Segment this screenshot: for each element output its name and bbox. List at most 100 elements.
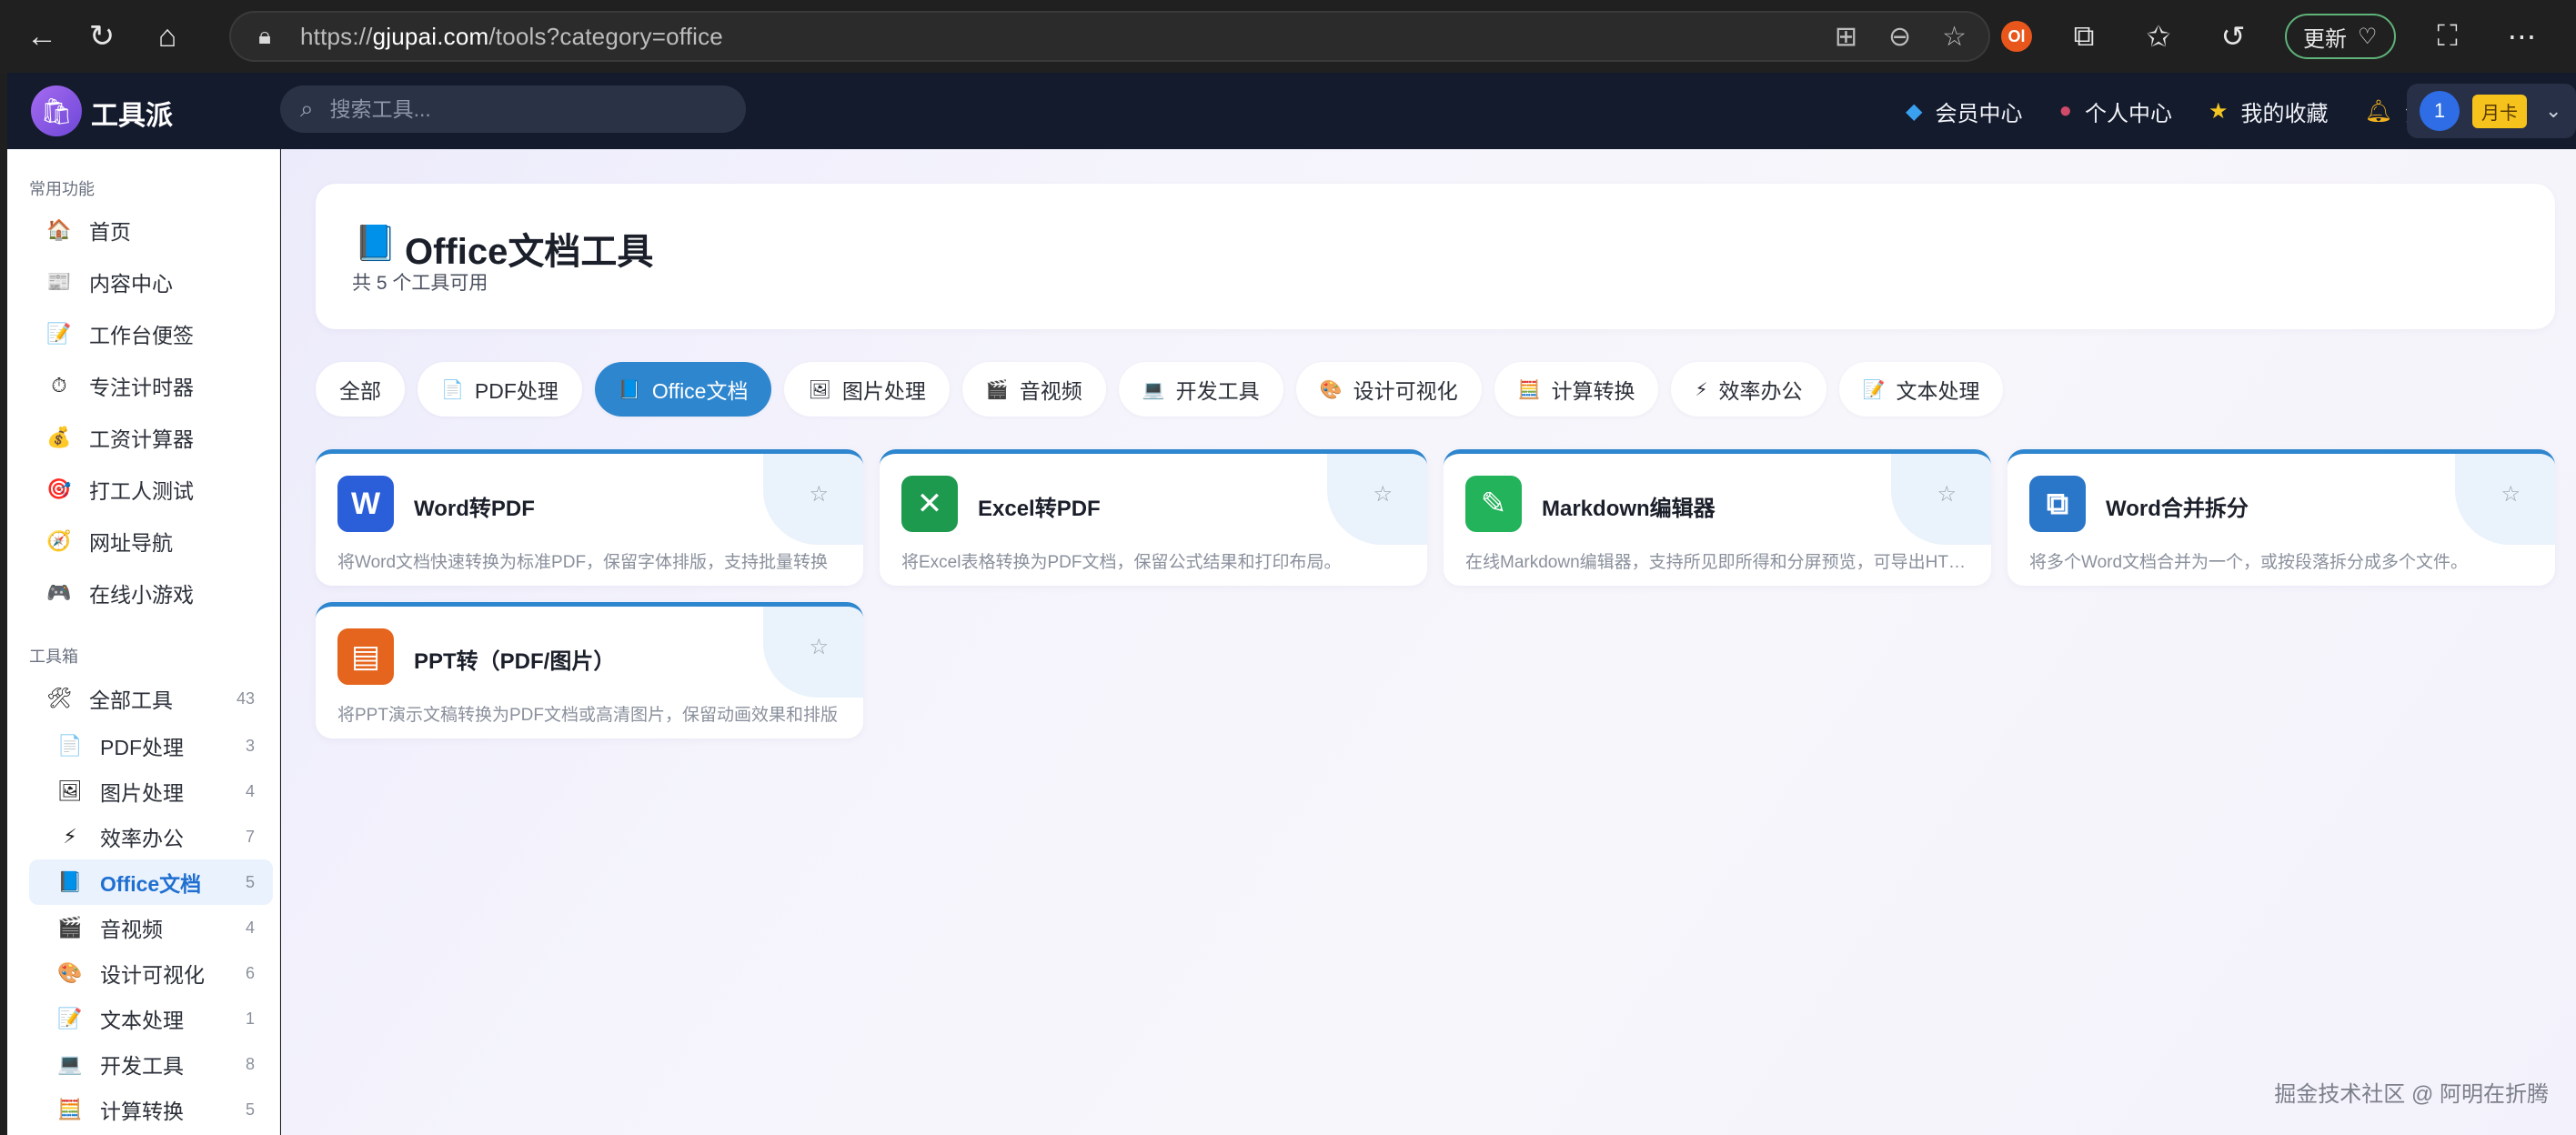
sidebar-item-calc[interactable]: 🧮 计算转换 5: [29, 1087, 273, 1132]
tool-card-markdown-editor[interactable]: ☆ ✎ Markdown编辑器 在线Markdown编辑器，支持所见即所得和分屏…: [1444, 449, 1991, 586]
sidebar-item-office[interactable]: 📘 Office文档 5: [29, 859, 273, 905]
word-icon: W: [337, 476, 394, 532]
sidebar-item-mini-games[interactable]: 🎮 在线小游戏: [29, 570, 273, 616]
sidebar-item-focus-timer[interactable]: ⏱ 专注计时器: [29, 363, 273, 408]
tool-name: Word合并拆分: [2106, 497, 2249, 521]
favorite-star-icon[interactable]: ☆: [1942, 21, 1967, 53]
tool-card-ppt-convert[interactable]: ☆ ▤ PPT转（PDF/图片） 将PPT演示文稿转换为PDF文档或高清图片，保…: [316, 602, 863, 738]
tab-pdf[interactable]: 📄 PDF处理: [418, 362, 582, 417]
tab-office[interactable]: 📘 Office文档: [594, 362, 772, 417]
tab-text[interactable]: 📝 文本处理: [1838, 362, 2004, 417]
page-title: Office文档工具: [405, 232, 654, 272]
avatar[interactable]: 1: [2420, 91, 2460, 131]
tab-image[interactable]: 🖼 图片处理: [784, 362, 950, 417]
reload-icon[interactable]: ↻: [75, 9, 129, 64]
palette-icon: 🎨: [57, 961, 83, 984]
search-input[interactable]: [329, 96, 694, 122]
sidebar-item-url-nav[interactable]: 🧭 网址导航: [29, 518, 273, 564]
sidebar-item-label: 工资计算器: [89, 427, 194, 451]
star-icon[interactable]: ☆: [809, 634, 829, 660]
laptop-icon: 💻: [1142, 379, 1165, 400]
sidebar-item-dev[interactable]: 💻 开发工具 8: [29, 1041, 273, 1087]
url-text[interactable]: https://gjupai.com/tools?category=office: [300, 23, 723, 51]
tab-all[interactable]: 全部: [316, 362, 405, 417]
tool-card-word-to-pdf[interactable]: ☆ W Word转PDF 将Word文档快速转换为标准PDF，保留字体排版，支持…: [316, 449, 863, 586]
sidebar-item-label: Office文档: [100, 872, 202, 896]
abacus-icon: 🧮: [1517, 379, 1541, 400]
tab-dev[interactable]: 💻 开发工具: [1118, 362, 1283, 417]
star-icon[interactable]: ☆: [2501, 481, 2521, 507]
gamepad-icon: 🎮: [46, 581, 72, 604]
tool-card-word-merge-split[interactable]: ☆ ⧉ Word合并拆分 将多个Word文档合并为一个，或按段落拆分成多个文件。: [2007, 449, 2555, 586]
address-bar[interactable]: 🔒︎ https://gjupai.com/tools?category=off…: [229, 11, 1990, 62]
tool-description: 在线Markdown编辑器，支持所见即所得和分屏预览，可导出HTML: [1465, 553, 1971, 572]
laptop-icon: 💻: [57, 1052, 83, 1075]
sidebar-item-image[interactable]: 🖼 图片处理 4: [29, 768, 273, 814]
chevron-down-icon[interactable]: ⌄: [2545, 99, 2561, 123]
tab-audio-video[interactable]: 🎬 音视频: [961, 362, 1106, 417]
sidebar-item-label: 专注计时器: [89, 376, 194, 399]
picture-icon: 🖼: [808, 379, 831, 400]
tab-calc[interactable]: 🧮 计算转换: [1494, 362, 1659, 417]
nav-favorites[interactable]: ★ 我的收藏: [2209, 95, 2329, 127]
search-box[interactable]: ⌕: [280, 85, 746, 133]
sidebar-item-design[interactable]: 🎨 设计可视化 6: [29, 950, 273, 996]
update-button[interactable]: 更新 ♡: [2285, 14, 2396, 59]
category-tabs: 全部 📄 PDF处理 📘 Office文档 🖼 图片处理 🎬 音视频 💻 开发工具 🎨 设计…: [316, 362, 2004, 417]
logo-text[interactable]: 工具派: [91, 93, 173, 133]
tab-design[interactable]: 🎨 设计可视化: [1295, 362, 1482, 417]
sidebar-item-notes[interactable]: 📝 工作台便签: [29, 311, 273, 357]
merge-documents-icon: ⧉: [2029, 476, 2086, 532]
star-icon[interactable]: ☆: [1373, 481, 1393, 507]
count-badge: 4: [245, 918, 255, 937]
title-card: 📘 Office文档工具 共 5 个工具可用: [316, 184, 2555, 329]
document-icon: 📄: [441, 379, 464, 400]
logo-icon[interactable]: 🛍: [31, 85, 82, 136]
sidebar-item-home[interactable]: 🏠 首页: [29, 207, 273, 253]
browser-toolbar: ← ↻ ⌂ 🔒︎ https://gjupai.com/tools?catego…: [0, 0, 2576, 73]
nav-personal-center[interactable]: ● 个人中心: [2059, 95, 2173, 127]
more-icon[interactable]: ⋯: [2500, 14, 2545, 59]
tab-efficiency[interactable]: ⚡ 效率办公: [1671, 362, 1826, 417]
sidebar-item-label: 内容中心: [89, 272, 173, 296]
sidebar-item-all-tools[interactable]: 🛠 全部工具 43: [29, 676, 273, 721]
sidebar-item-label: 效率办公: [100, 827, 184, 850]
tab-label: 设计可视化: [1353, 379, 1458, 403]
lightning-icon: ⚡: [1695, 379, 1708, 400]
favorites-icon[interactable]: ✩: [2136, 14, 2181, 59]
tab-label: 开发工具: [1175, 379, 1260, 403]
star-icon[interactable]: ☆: [1937, 481, 1957, 507]
star-icon[interactable]: ☆: [809, 481, 829, 507]
back-icon[interactable]: ←: [15, 9, 69, 64]
sidebar-item-worker-test[interactable]: 🎯 打工人测试: [29, 467, 273, 512]
sidebar: 常用功能 🏠 首页 📰 内容中心 📝 工作台便签 ⏱ 专注计时器 💰 工资计算器 🎯 打工人…: [7, 149, 280, 1135]
memo-icon: 📝: [1862, 379, 1886, 400]
tool-name: Excel转PDF: [978, 497, 1101, 521]
sidebar-item-audio-video[interactable]: 🎬 音视频 4: [29, 905, 273, 950]
sidebar-item-pdf[interactable]: 📄 PDF处理 3: [29, 723, 273, 768]
extensions-puzzle-icon[interactable]: ⧉: [2061, 14, 2107, 59]
heart-icon: ♡: [2358, 24, 2378, 49]
sidebar-item-label: 图片处理: [100, 781, 184, 805]
nav-vip-center[interactable]: ◆ 会员中心: [1906, 95, 2022, 127]
history-icon[interactable]: ↺: [2210, 14, 2256, 59]
zoom-icon[interactable]: ⊖: [1888, 21, 1911, 53]
sidebar-item-label: 工作台便签: [89, 324, 194, 347]
sidebar-item-label: 设计可视化: [100, 963, 205, 987]
sidebar-item-label: PDF处理: [100, 736, 184, 759]
timer-icon: ⏱: [51, 374, 67, 397]
extension-icon[interactable]: Ol: [2001, 21, 2032, 52]
tool-card-excel-to-pdf[interactable]: ☆ ✕ Excel转PDF 将Excel表格转换为PDF文档，保留公式结果和打印…: [880, 449, 1427, 586]
memo-icon: 📝: [46, 322, 72, 345]
count-badge: 3: [245, 736, 255, 755]
home-icon[interactable]: ⌂: [140, 9, 195, 64]
sidebar-item-salary-calculator[interactable]: 💰 工资计算器: [29, 415, 273, 460]
sidebar-item-text[interactable]: 📝 文本处理 1: [29, 996, 273, 1041]
app-view-icon[interactable]: ⊞: [1835, 21, 1857, 53]
presentation-icon: ▤: [337, 628, 394, 685]
user-menu[interactable]: 1 月卡 ⌄: [2407, 84, 2576, 138]
sidebar-item-efficiency[interactable]: ⚡ 效率办公 7: [29, 814, 273, 859]
sidebar-item-content-center[interactable]: 📰 内容中心: [29, 259, 273, 305]
screenshot-icon[interactable]: ⛶: [2425, 14, 2470, 59]
lock-icon[interactable]: 🔒︎: [251, 22, 278, 50]
